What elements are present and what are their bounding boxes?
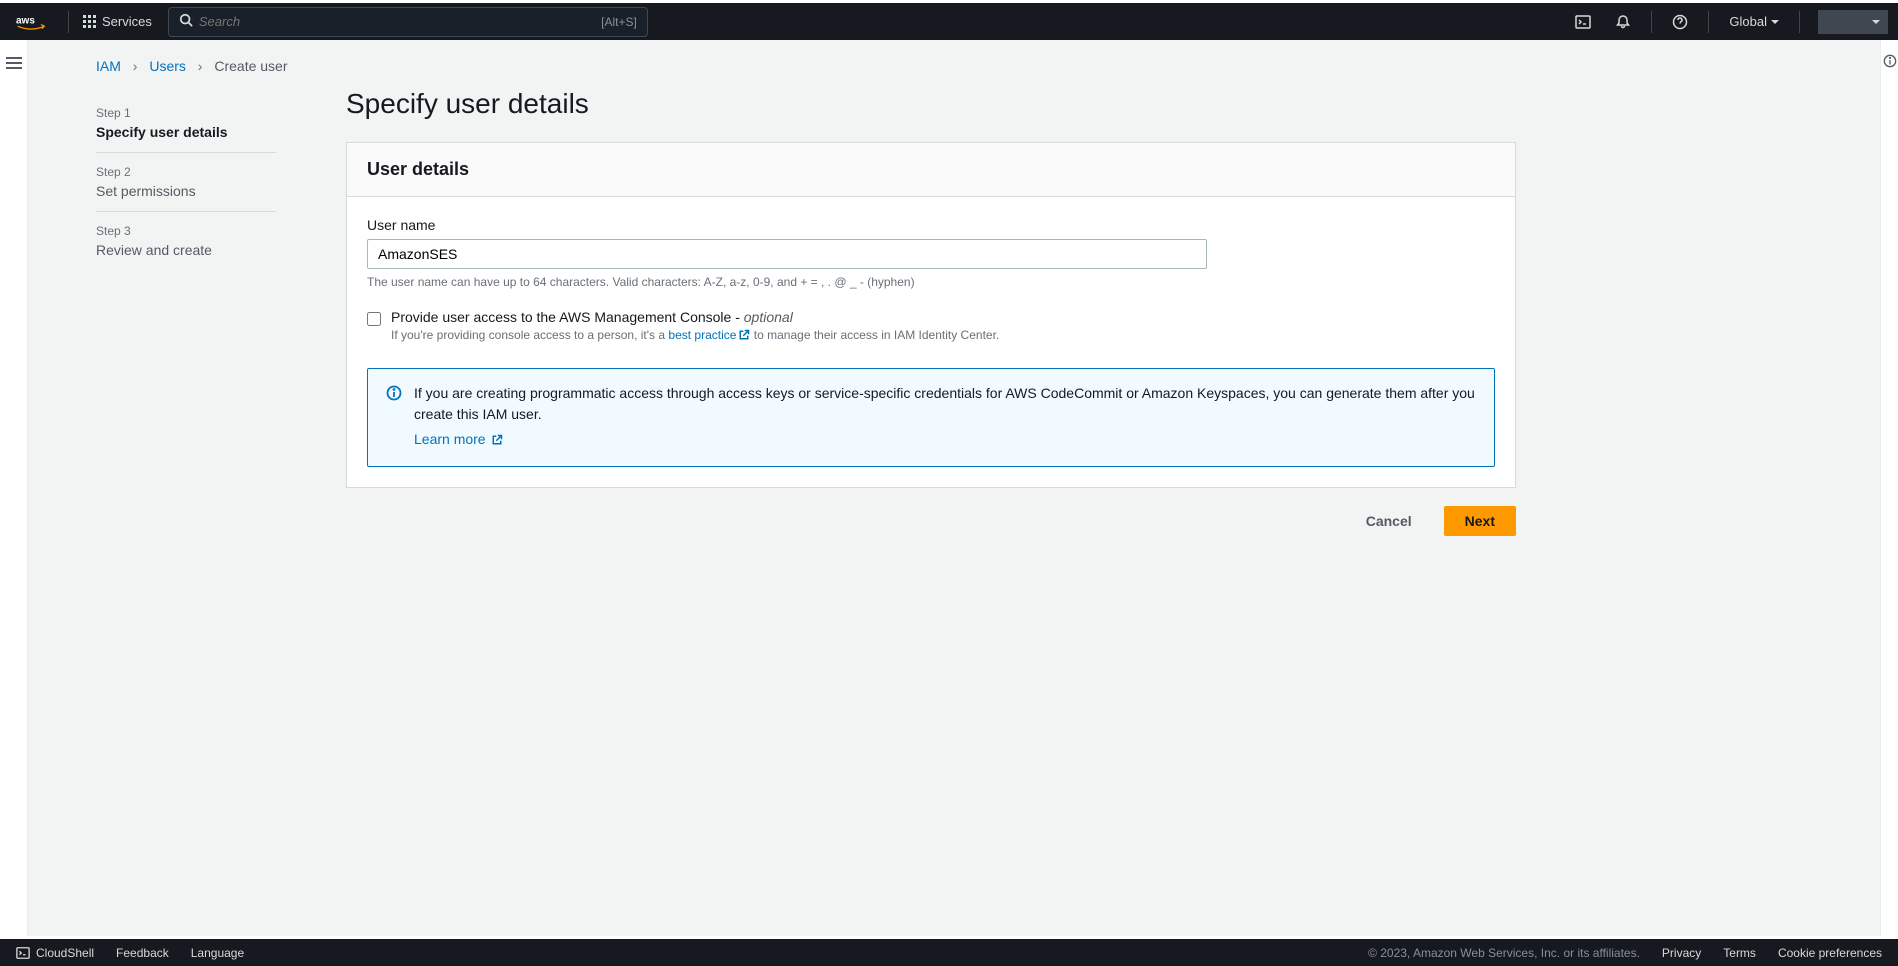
cookie-preferences-link[interactable]: Cookie preferences: [1778, 946, 1882, 960]
chevron-right-icon: ›: [133, 58, 138, 74]
breadcrumb-current: Create user: [214, 58, 287, 74]
search-icon: [179, 13, 193, 30]
help-panel-toggle-icon[interactable]: [1883, 54, 1897, 71]
aws-logo-icon: aws: [16, 13, 46, 31]
cloudshell-button[interactable]: CloudShell: [16, 946, 94, 960]
content-area: IAM › Users › Create user Step 1 Specify…: [28, 40, 1880, 936]
breadcrumb: IAM › Users › Create user: [28, 40, 1880, 74]
notifications-icon[interactable]: [1603, 14, 1643, 30]
search-shortcut: [Alt+S]: [601, 15, 637, 29]
console-access-description: If you're providing console access to a …: [391, 328, 999, 344]
separator: [1708, 11, 1709, 33]
chevron-down-icon: [1771, 20, 1779, 24]
right-gutter: [1880, 40, 1898, 936]
panel-body: User name The user name can have up to 6…: [347, 197, 1515, 487]
account-menu[interactable]: [1818, 10, 1888, 34]
step-2[interactable]: Step 2 Set permissions: [96, 153, 276, 212]
console-access-label: Provide user access to the AWS Managemen…: [391, 309, 999, 325]
services-menu[interactable]: Services: [77, 14, 158, 29]
username-label: User name: [367, 217, 1495, 233]
page-title: Specify user details: [346, 88, 1516, 120]
footer: CloudShell Feedback Language © 2023, Ama…: [0, 939, 1898, 966]
cloudshell-label: CloudShell: [36, 946, 94, 960]
region-selector[interactable]: Global: [1717, 14, 1791, 29]
hamburger-icon[interactable]: [6, 54, 22, 72]
step-3[interactable]: Step 3 Review and create: [96, 212, 276, 270]
step-title: Review and create: [96, 242, 276, 258]
separator: [1651, 11, 1652, 33]
chevron-right-icon: ›: [198, 58, 203, 74]
user-details-panel: User details User name The user name can…: [346, 142, 1516, 488]
svg-text:aws: aws: [16, 15, 35, 26]
cloudshell-icon[interactable]: [1563, 14, 1603, 30]
separator: [1799, 11, 1800, 33]
terms-link[interactable]: Terms: [1723, 946, 1756, 960]
main-column: Specify user details User details User n…: [346, 88, 1516, 536]
next-button[interactable]: Next: [1444, 506, 1516, 536]
privacy-link[interactable]: Privacy: [1662, 946, 1701, 960]
help-icon[interactable]: [1660, 14, 1700, 30]
step-number: Step 2: [96, 165, 276, 179]
step-number: Step 3: [96, 224, 276, 238]
step-number: Step 1: [96, 106, 276, 120]
external-link-icon: [491, 431, 503, 452]
panel-header: User details: [347, 143, 1515, 197]
main-shell: IAM › Users › Create user Step 1 Specify…: [0, 40, 1898, 936]
search-input[interactable]: [199, 14, 601, 29]
step-title: Set permissions: [96, 183, 276, 199]
console-access-row: Provide user access to the AWS Managemen…: [367, 309, 1495, 344]
username-input[interactable]: [367, 239, 1207, 269]
breadcrumb-users[interactable]: Users: [149, 58, 186, 74]
best-practice-link[interactable]: best practice: [668, 328, 750, 342]
username-hint: The user name can have up to 64 characte…: [367, 275, 1495, 289]
info-icon: [386, 385, 402, 404]
side-panel-toggle: [0, 40, 28, 936]
aws-logo[interactable]: aws: [16, 13, 46, 31]
services-label: Services: [102, 14, 152, 29]
search-box[interactable]: [Alt+S]: [168, 7, 648, 37]
step-title: Specify user details: [96, 124, 276, 140]
region-label: Global: [1729, 14, 1767, 29]
chevron-down-icon: [1872, 20, 1880, 24]
action-bar: Cancel Next: [346, 506, 1516, 536]
separator: [68, 11, 69, 33]
step-1[interactable]: Step 1 Specify user details: [96, 94, 276, 153]
info-alert: If you are creating programmatic access …: [367, 368, 1495, 467]
wizard-steps: Step 1 Specify user details Step 2 Set p…: [96, 88, 276, 536]
cancel-button[interactable]: Cancel: [1346, 506, 1432, 536]
feedback-link[interactable]: Feedback: [116, 946, 169, 960]
learn-more-link[interactable]: Learn more: [414, 429, 503, 452]
panel-heading: User details: [367, 159, 1495, 180]
top-nav: aws Services [Alt+S] Global: [0, 0, 1898, 40]
language-link[interactable]: Language: [191, 946, 244, 960]
copyright: © 2023, Amazon Web Services, Inc. or its…: [1368, 946, 1640, 960]
info-text: If you are creating programmatic access …: [414, 383, 1476, 452]
grid-icon: [83, 15, 96, 28]
console-access-checkbox[interactable]: [367, 312, 381, 326]
breadcrumb-iam[interactable]: IAM: [96, 58, 121, 74]
external-link-icon: [738, 329, 750, 344]
